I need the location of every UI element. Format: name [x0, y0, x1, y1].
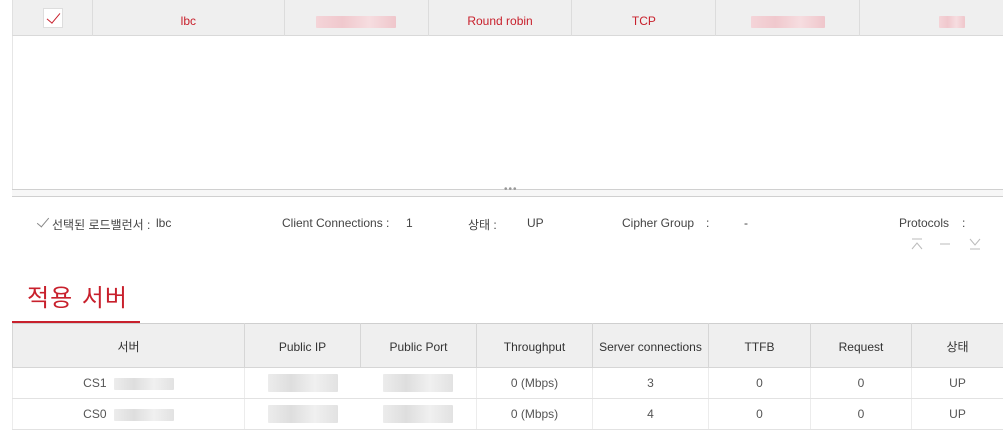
- lb-list-empty-area: [12, 36, 1003, 190]
- masked-value: [938, 15, 965, 28]
- cipher-group-label: Cipher Group: [622, 216, 695, 230]
- masked-ip: [316, 15, 397, 28]
- status-cell: UP: [911, 367, 1003, 399]
- col-header-server[interactable]: 서버: [12, 323, 245, 368]
- client-connections-value: 1: [406, 216, 413, 230]
- public-ip-cell: [244, 398, 361, 430]
- protocols-colon: :: [962, 216, 966, 230]
- request-cell: 0: [810, 398, 912, 430]
- expand-bottom-icon[interactable]: [969, 238, 981, 253]
- throughput-cell: 0 (Mbps): [476, 398, 593, 430]
- col-header-public-ip[interactable]: Public IP: [244, 323, 361, 368]
- table-row[interactable]: CS1 0 (Mbps) 3 0 0 UP: [12, 367, 1003, 399]
- lb-name-cell: lbc: [93, 0, 285, 36]
- masked-port: [383, 374, 454, 392]
- panel-controls: [905, 238, 995, 254]
- minimize-icon[interactable]: [939, 238, 951, 253]
- collapse-top-icon[interactable]: [911, 238, 923, 253]
- server-name: CS1: [83, 376, 107, 390]
- lb-masked-cell-1: [716, 0, 861, 36]
- selected-lb-info: 선택된 로드밸런서 : lbc Client Connections : 1 상…: [0, 216, 1003, 234]
- col-header-throughput[interactable]: Throughput: [476, 323, 593, 368]
- server-table: 서버 Public IP Public Port Throughput Serv…: [12, 323, 1003, 430]
- table-row[interactable]: CS0 0 (Mbps) 4 0 0 UP: [12, 398, 1003, 430]
- masked-port: [383, 405, 454, 423]
- masked-value: [750, 15, 825, 28]
- client-connections-label: Client Connections :: [282, 216, 390, 230]
- row-checkbox-cell[interactable]: [13, 0, 93, 36]
- masked-ip: [267, 374, 338, 392]
- panel-splitter[interactable]: •••: [12, 184, 1003, 197]
- protocols-label: Protocols: [899, 216, 950, 230]
- status-cell: UP: [911, 398, 1003, 430]
- public-ip-cell: [244, 367, 361, 399]
- throughput-cell: 0 (Mbps): [476, 367, 593, 399]
- lb-protocol-cell: TCP: [572, 0, 717, 36]
- status-label: 상태 :: [468, 218, 497, 232]
- status-value: UP: [527, 216, 544, 230]
- table-header-row: 서버 Public IP Public Port Throughput Serv…: [12, 323, 1003, 368]
- selected-lb-label: 선택된 로드밸런서 :: [52, 218, 151, 232]
- server-cell: CS1: [12, 367, 245, 399]
- col-header-request[interactable]: Request: [810, 323, 912, 368]
- ttfb-cell: 0: [708, 367, 811, 399]
- col-header-status[interactable]: 상태: [911, 323, 1003, 368]
- cipher-group-value: -: [744, 216, 748, 230]
- col-header-public-port[interactable]: Public Port: [360, 323, 477, 368]
- section-title: 적용 서버: [27, 284, 128, 312]
- row-checkbox[interactable]: [43, 8, 63, 28]
- connections-cell: 4: [592, 398, 709, 430]
- connections-cell: 3: [592, 367, 709, 399]
- col-header-server-connections[interactable]: Server connections: [592, 323, 709, 368]
- masked-value: [113, 408, 174, 421]
- lb-masked-cell-2: [860, 0, 1003, 36]
- check-icon: [36, 216, 50, 230]
- server-name: CS0: [83, 407, 107, 421]
- ttfb-cell: 0: [708, 398, 811, 430]
- col-header-ttfb[interactable]: TTFB: [708, 323, 811, 368]
- public-port-cell: [360, 367, 477, 399]
- lb-list-selected-row[interactable]: lbc Round robin TCP: [12, 0, 1003, 36]
- masked-ip: [267, 405, 338, 423]
- server-cell: CS0: [12, 398, 245, 430]
- request-cell: 0: [810, 367, 912, 399]
- selected-lb-value: lbc: [156, 216, 172, 230]
- masked-value: [113, 377, 174, 390]
- public-port-cell: [360, 398, 477, 430]
- cipher-group-colon: :: [706, 216, 710, 230]
- lb-ip-cell: [285, 0, 429, 36]
- drag-handle-icon[interactable]: •••: [504, 184, 518, 195]
- lb-algorithm-cell: Round robin: [429, 0, 573, 36]
